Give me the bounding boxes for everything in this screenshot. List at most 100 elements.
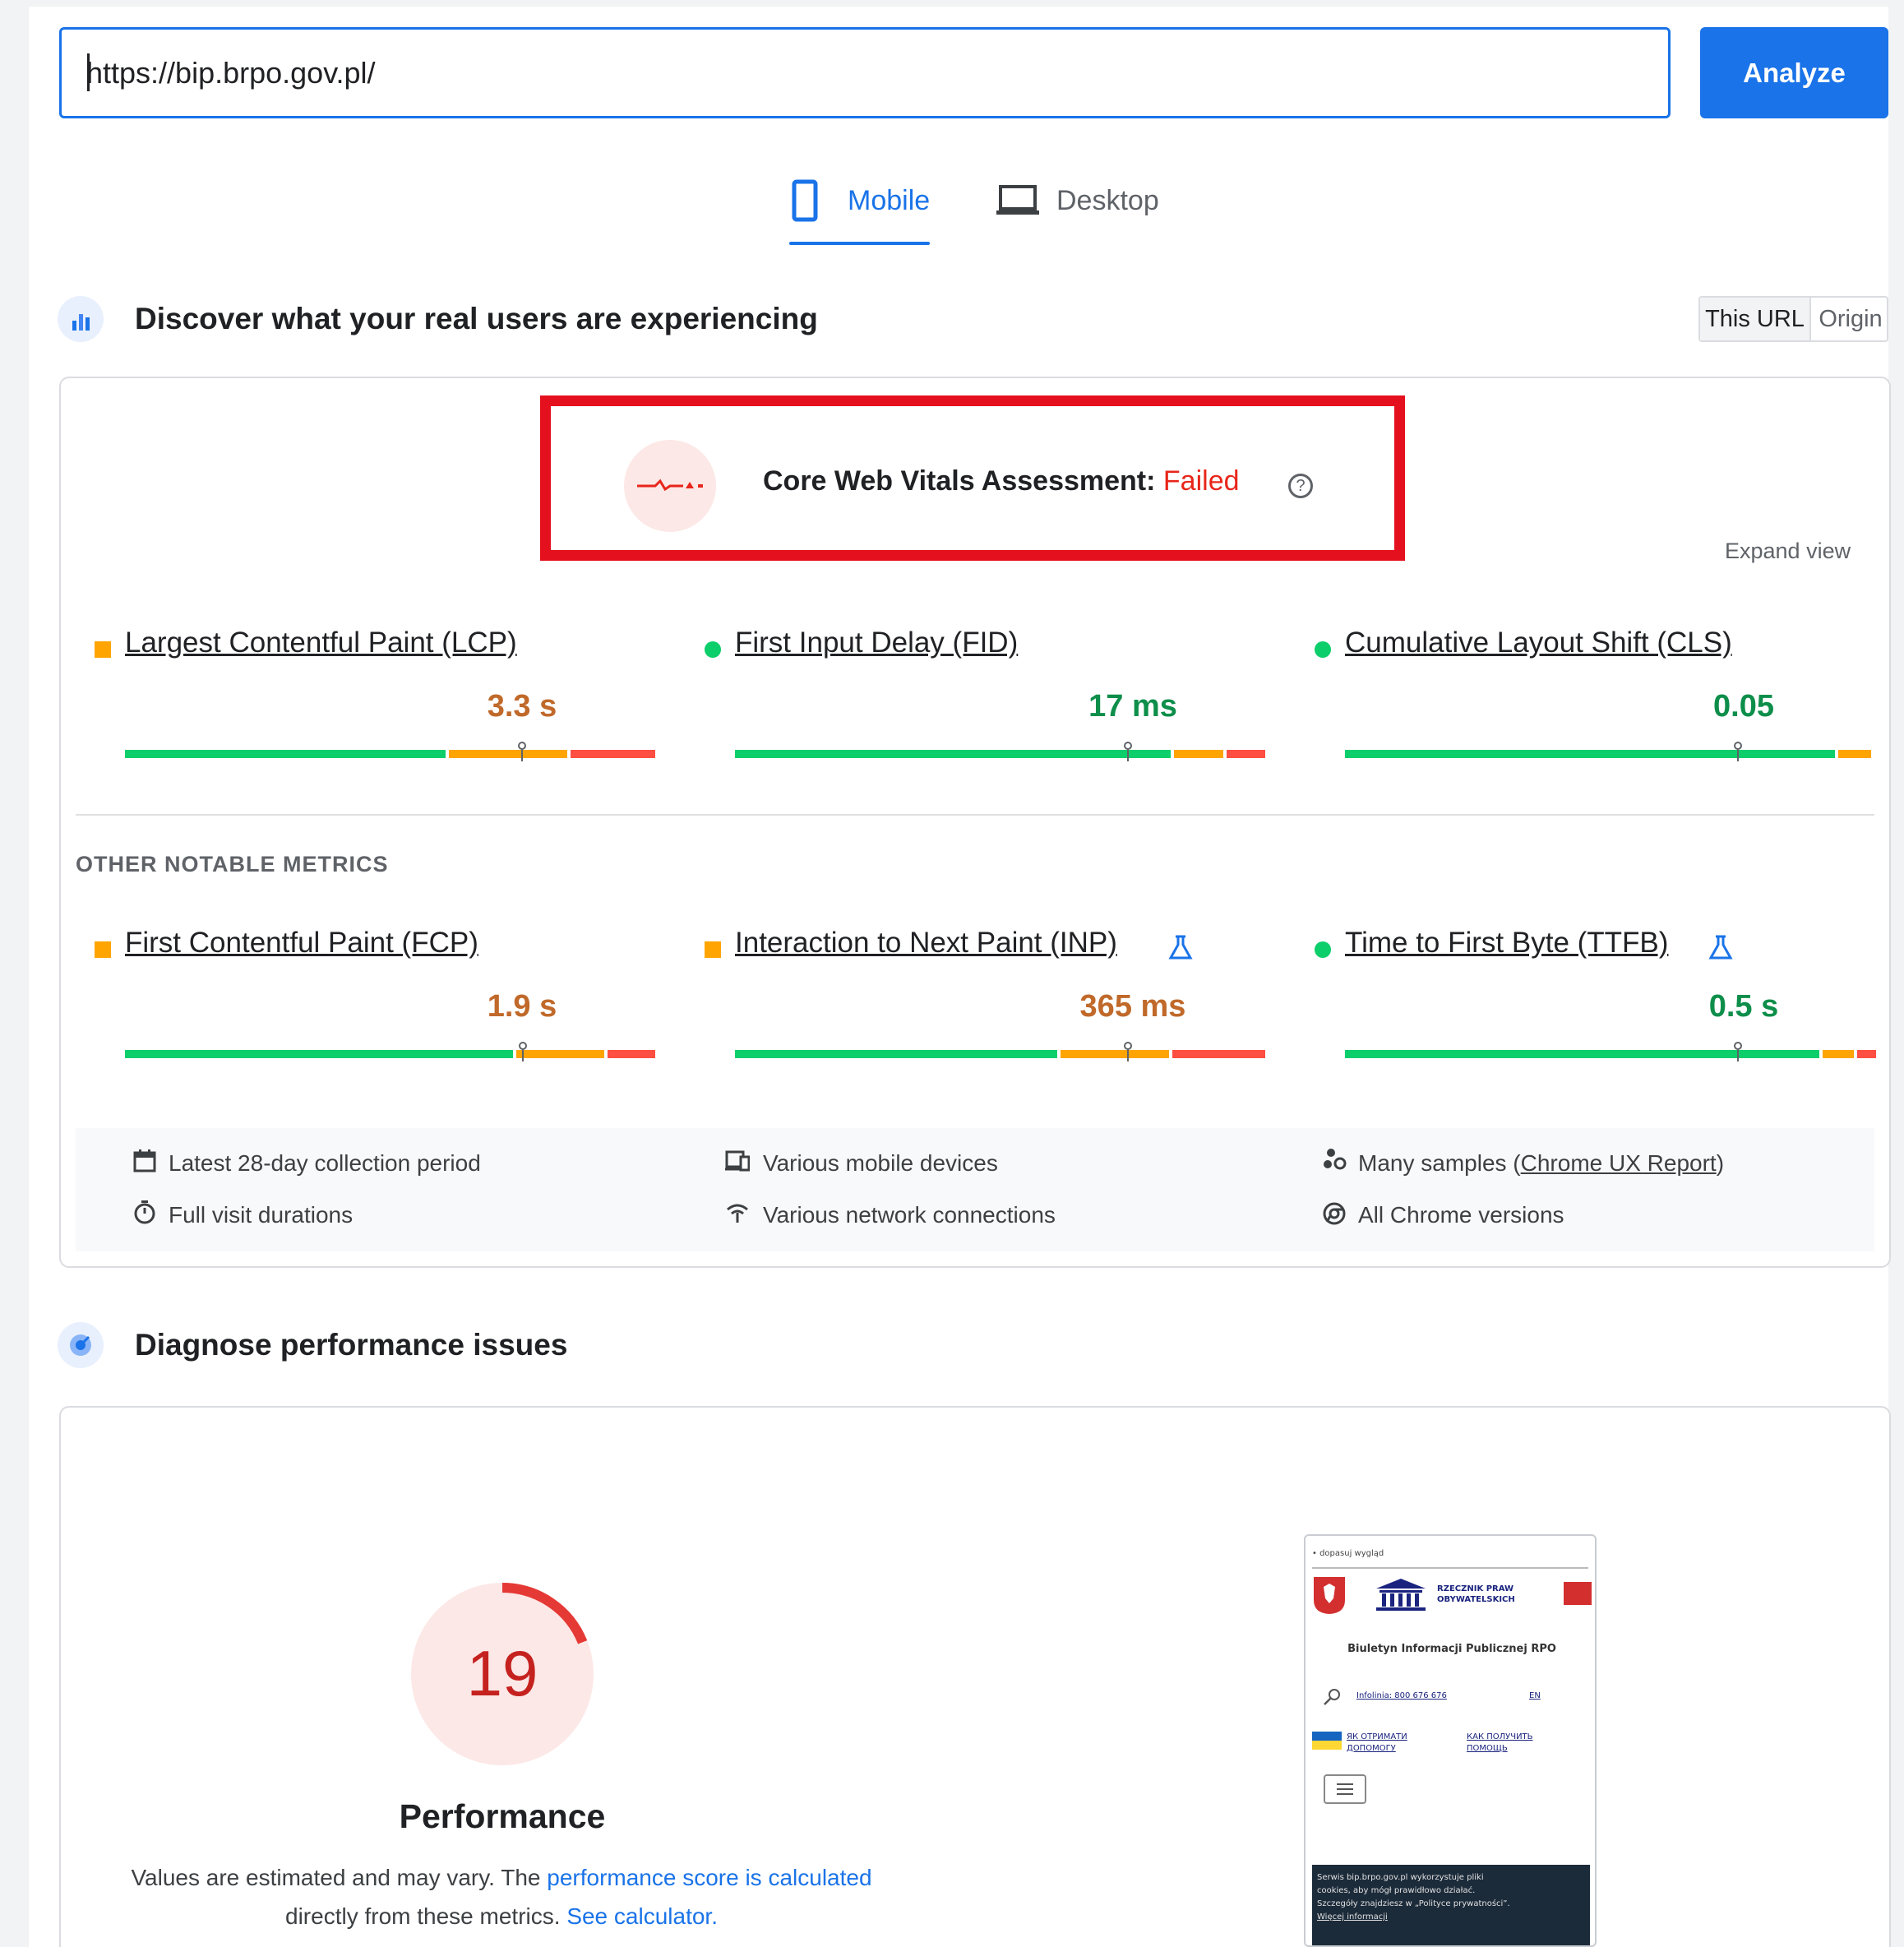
- performance-label: Performance: [399, 1797, 606, 1835]
- p75-marker: [1734, 1042, 1742, 1061]
- this-url-option[interactable]: This URL: [1700, 298, 1811, 340]
- metric-fcp-distribution: [125, 1042, 655, 1061]
- preview-heading: Biuletyn Informacji Publicznej RPO: [1347, 1643, 1556, 1655]
- assessment-status: Failed: [1162, 465, 1240, 497]
- section-divider: [76, 814, 1874, 816]
- ua-flag-bottom: [1312, 1741, 1342, 1750]
- heartbeat-icon: [637, 479, 703, 492]
- cookie-line-3: Szczegóły znajdziesz w „Polityce prywatn…: [1317, 1899, 1510, 1908]
- metric-fid-name[interactable]: First Input Delay (FID): [735, 627, 1018, 659]
- chrome-icon: [1323, 1202, 1346, 1225]
- url-origin-toggle[interactable]: This URL Origin: [1698, 296, 1888, 342]
- collection-info-panel: [76, 1128, 1874, 1251]
- samples-icon: [1324, 1149, 1347, 1170]
- preview-org-line-1: RZECZNIK PRAW: [1437, 1584, 1514, 1593]
- field-data-icon: [58, 296, 104, 342]
- active-tab-indicator: [789, 242, 930, 245]
- preview-org-line-2: OBYWATELSKICH: [1437, 1595, 1515, 1604]
- preview-infolinia: Infolinia: 800 676 676: [1356, 1691, 1447, 1700]
- performance-description: Values are estimated and may vary. The p…: [115, 1858, 888, 1935]
- metric-lcp-name[interactable]: Largest Contentful Paint (LCP): [125, 627, 517, 659]
- cookie-line-2: cookies, aby mógł prawidłowo działać.: [1317, 1886, 1476, 1895]
- info-samples: Many samples (Chrome UX Report): [1358, 1150, 1724, 1177]
- bar-chart-icon: [72, 314, 90, 331]
- performance-score-value: 19: [466, 1637, 538, 1709]
- preview-cookie-banner: Serwis bip.brpo.gov.pl wykorzystuje plik…: [1312, 1865, 1590, 1945]
- metric-ttfb-value: 0.5 s: [1708, 989, 1779, 1024]
- preview-ru-link: КАК ПОЛУЧИТЬ ПОМОЩЬ: [1467, 1732, 1533, 1755]
- diagnose-icon: [58, 1322, 104, 1368]
- analyze-button[interactable]: Analyze: [1700, 27, 1888, 118]
- metric-lcp-distribution: [125, 742, 655, 761]
- tab-desktop[interactable]: Desktop: [996, 176, 1185, 225]
- metric-fid: First Input Delay (FID) 17 ms: [705, 627, 1265, 765]
- expand-view-link[interactable]: Expand view: [1725, 539, 1851, 564]
- page-screenshot-preview: • dopasuj wygląd RZECZNIK PRAW OBYWATELSK…: [1304, 1534, 1597, 1947]
- tab-desktop-label: Desktop: [1056, 185, 1159, 216]
- network-icon: [727, 1204, 748, 1223]
- p75-marker: [1124, 1042, 1132, 1061]
- preview-flag-badge: [1564, 1582, 1592, 1605]
- tab-mobile-label: Mobile: [848, 185, 931, 216]
- preview-menu-button: [1324, 1774, 1366, 1804]
- metric-inp-name[interactable]: Interaction to Next Paint (INP): [735, 927, 1117, 960]
- metric-cls-name[interactable]: Cumulative Layout Shift (CLS): [1345, 627, 1732, 659]
- metric-cls-value: 0.05: [1713, 689, 1774, 724]
- metric-lcp-value: 3.3 s: [487, 689, 557, 724]
- metric-cls: Cumulative Layout Shift (CLS) 0.05: [1315, 627, 1871, 765]
- chrome-ux-report-link[interactable]: Chrome UX Report: [1521, 1150, 1717, 1176]
- laptop-icon: [996, 185, 1039, 215]
- desc-text-2: directly from these metrics.: [285, 1903, 567, 1929]
- assessment-label: Core Web Vitals Assessment:: [763, 465, 1156, 497]
- assessment-text: Core Web Vitals Assessment: Failed: [763, 465, 1240, 497]
- preview-ua-link: ЯК ОТРИМАТИ ДОПОМОГУ: [1347, 1732, 1407, 1755]
- info-chrome-versions: All Chrome versions: [1358, 1202, 1564, 1228]
- score-calculated-link[interactable]: performance score is calculated: [547, 1865, 871, 1890]
- metric-fid-distribution: [735, 742, 1265, 761]
- needs-improvement-indicator: [95, 941, 111, 958]
- origin-option[interactable]: Origin: [1813, 298, 1888, 340]
- preview-search-icon: [1324, 1689, 1340, 1705]
- metric-ttfb-distribution: [1345, 1042, 1876, 1061]
- preview-divider: [1312, 1567, 1588, 1569]
- preview-lang: EN: [1529, 1691, 1541, 1700]
- preview-top-link: • dopasuj wygląd: [1312, 1549, 1384, 1558]
- polish-emblem-icon: [1314, 1577, 1345, 1614]
- good-indicator: [1315, 941, 1331, 958]
- preview-ua-line-2: ДОПОМОГУ: [1347, 1744, 1396, 1753]
- metric-ttfb-name[interactable]: Time to First Byte (TTFB): [1345, 927, 1668, 960]
- experimental-flask-icon: [1708, 935, 1733, 960]
- info-collection-period: Latest 28-day collection period: [169, 1150, 481, 1176]
- p75-marker: [1734, 742, 1742, 761]
- info-samples-prefix: Many samples (: [1358, 1150, 1521, 1176]
- assessment-failed-badge: [624, 440, 716, 532]
- info-visit-durations: Full visit durations: [169, 1202, 354, 1228]
- good-indicator: [705, 641, 721, 658]
- preview-org-name: RZECZNIK PRAW OBYWATELSKICH: [1437, 1584, 1515, 1605]
- ua-flag-top: [1312, 1732, 1342, 1741]
- metric-fcp-value: 1.9 s: [487, 989, 557, 1024]
- p75-marker: [518, 742, 526, 761]
- info-samples-suffix: ): [1716, 1150, 1725, 1176]
- metric-inp: Interaction to Next Paint (INP) 365 ms: [705, 927, 1265, 1065]
- metric-cls-distribution: [1345, 742, 1871, 761]
- see-calculator-link[interactable]: See calculator.: [566, 1903, 718, 1929]
- cookie-line-1: Serwis bip.brpo.gov.pl wykorzystuje plik…: [1317, 1873, 1484, 1882]
- metric-inp-distribution: [735, 1042, 1265, 1061]
- info-network-connections: Various network connections: [763, 1202, 1056, 1228]
- needs-improvement-indicator: [705, 941, 721, 958]
- experimental-flask-icon: [1168, 935, 1193, 960]
- tab-mobile[interactable]: Mobile: [792, 176, 931, 225]
- stopwatch-icon: [134, 1200, 155, 1224]
- metric-fcp: First Contentful Paint (FCP) 1.9 s: [95, 927, 655, 1065]
- text-caret: [87, 53, 90, 91]
- cookie-line-4: Więcej informacji: [1317, 1912, 1388, 1922]
- metric-fcp-name[interactable]: First Contentful Paint (FCP): [125, 927, 478, 960]
- metric-lcp: Largest Contentful Paint (LCP) 3.3 s: [95, 627, 655, 765]
- preview-ua-line-1: ЯК ОТРИМАТИ: [1347, 1732, 1407, 1741]
- preview-ru-line-2: ПОМОЩЬ: [1467, 1744, 1508, 1753]
- help-icon[interactable]: ?: [1288, 474, 1313, 498]
- url-input-value[interactable]: https://bip.brpo.gov.pl/: [86, 27, 376, 118]
- gauge-icon: [70, 1334, 91, 1356]
- metric-ttfb: Time to First Byte (TTFB) 0.5 s: [1315, 927, 1876, 1065]
